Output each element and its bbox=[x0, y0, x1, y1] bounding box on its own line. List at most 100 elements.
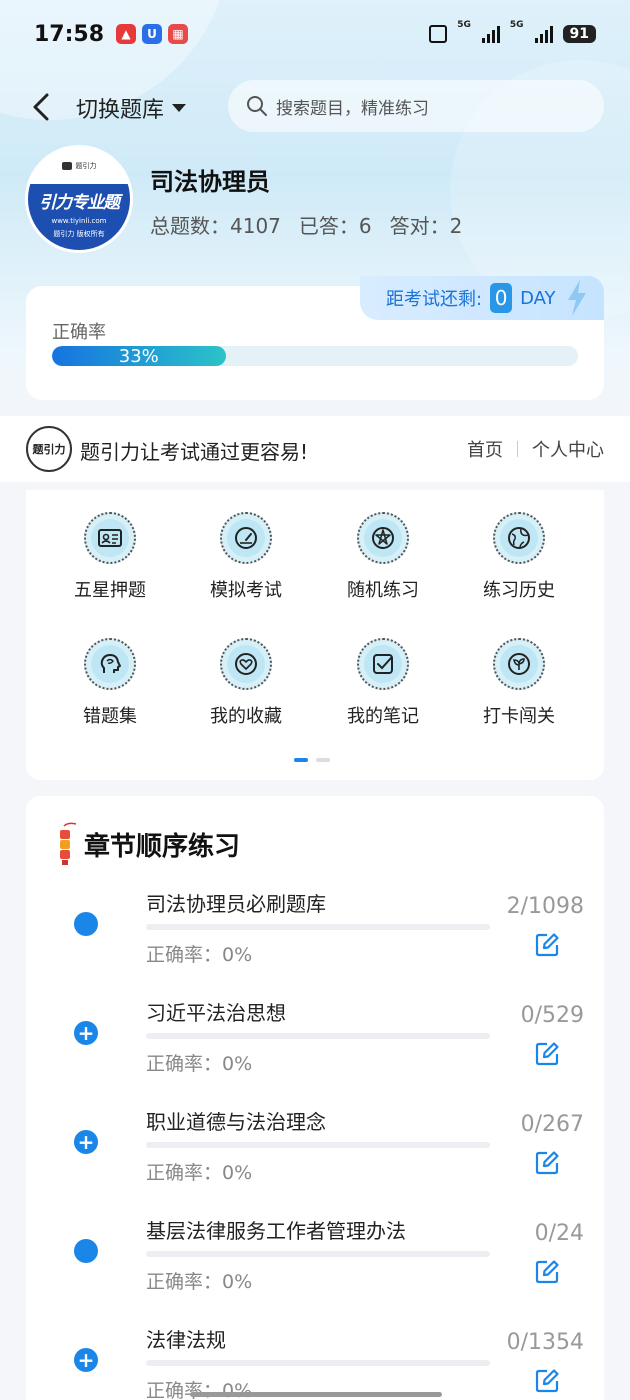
grid-label: 五星押题 bbox=[74, 580, 146, 601]
switch-bank-dropdown[interactable]: 切换题库 bbox=[76, 92, 187, 124]
app-notification-icon: ▦ bbox=[168, 24, 189, 44]
grid-label: 我的收藏 bbox=[210, 706, 282, 727]
bank-avatar: 题引力 引力专业题 www.tiyinli.com 题引力 版权所有 bbox=[28, 148, 130, 250]
chapter-dot-icon bbox=[74, 912, 98, 936]
grid-item-favorites[interactable]: 我的收藏 bbox=[186, 638, 306, 728]
note-check-icon bbox=[364, 645, 402, 683]
switch-bank-label: 切换题库 bbox=[76, 98, 165, 123]
caret-down-icon bbox=[172, 104, 187, 112]
avatar-band-text: 引力专业题 bbox=[28, 184, 130, 216]
search-icon bbox=[247, 96, 267, 116]
grid-item-notes[interactable]: 我的笔记 bbox=[323, 638, 443, 728]
top-header: 切换题库 搜索题目，精准练习 bbox=[0, 80, 630, 134]
pager-dot-active[interactable] bbox=[294, 758, 308, 762]
chapter-row[interactable]: + 职业道德与法治理念 正确率：0% 0/267 bbox=[26, 1106, 604, 1214]
stat-answered: 已答：6 bbox=[298, 214, 372, 238]
shuffle-star-icon bbox=[364, 519, 402, 557]
speedometer-icon bbox=[227, 519, 265, 557]
pager-dot[interactable] bbox=[316, 758, 330, 762]
grid-pager bbox=[294, 758, 330, 762]
chapter-dot-icon bbox=[74, 1239, 98, 1263]
chapter-accuracy: 正确率：0% bbox=[146, 1271, 253, 1293]
chapter-progress-bar bbox=[146, 1360, 490, 1366]
grid-item-wrong-set[interactable]: 错题集 bbox=[50, 638, 170, 728]
chapter-progress-bar bbox=[146, 924, 490, 930]
grid-icon-ring bbox=[84, 638, 136, 690]
site-logo: 题引力 bbox=[26, 426, 72, 472]
edit-icon[interactable] bbox=[534, 932, 560, 958]
site-slogan: 题引力让考试通过更容易! bbox=[80, 440, 309, 464]
grid-icon-ring bbox=[493, 638, 545, 690]
sprout-icon bbox=[500, 645, 538, 683]
grid-icon-ring bbox=[357, 638, 409, 690]
site-nav: 首页 个人中心 bbox=[467, 436, 604, 462]
grid-item-mock-exam[interactable]: 模拟考试 bbox=[186, 512, 306, 602]
accuracy-label: 正确率 bbox=[52, 322, 106, 343]
chapter-progress-bar bbox=[146, 1142, 490, 1148]
chapter-accuracy: 正确率：0% bbox=[146, 1162, 253, 1184]
grid-label: 错题集 bbox=[83, 706, 137, 727]
accuracy-percent: 33% bbox=[118, 346, 159, 366]
grid-label: 打卡闯关 bbox=[483, 706, 555, 727]
edit-icon[interactable] bbox=[534, 1259, 560, 1285]
network-label: 5G bbox=[509, 20, 524, 30]
edit-icon[interactable] bbox=[534, 1150, 560, 1176]
back-button[interactable] bbox=[26, 90, 56, 124]
chapter-count: 2/1098 bbox=[506, 894, 584, 919]
chapter-count: 0/24 bbox=[534, 1221, 584, 1246]
id-card-icon bbox=[91, 519, 129, 557]
signal-icon bbox=[534, 25, 553, 43]
feature-grid: 五星押题 模拟考试 随机练习 练习历史 错题集 我的收藏 我的笔记 打卡闯关 bbox=[26, 490, 604, 780]
chapter-progress-bar bbox=[146, 1251, 490, 1257]
status-bar: 17:58 ▲ U ▦ 5G 5G 91 bbox=[0, 0, 630, 68]
chapter-row[interactable]: 司法协理员必刷题库 正确率：0% 2/1098 bbox=[26, 888, 604, 996]
firecracker-icon bbox=[60, 822, 77, 865]
chapter-name: 习近平法治思想 bbox=[146, 1001, 286, 1025]
grid-icon-ring bbox=[220, 512, 272, 564]
grid-icon-ring bbox=[84, 512, 136, 564]
chapter-expand-plus-icon[interactable]: + bbox=[74, 1021, 98, 1045]
chapter-section-title: 章节顺序练习 bbox=[84, 831, 241, 862]
grid-item-checkin[interactable]: 打卡闯关 bbox=[459, 638, 579, 728]
battery-indicator: 91 bbox=[562, 25, 596, 43]
chapter-expand-plus-icon[interactable]: + bbox=[74, 1130, 98, 1154]
search-input[interactable]: 搜索题目，精准练习 bbox=[228, 80, 604, 132]
signal-icon bbox=[481, 25, 500, 43]
chapter-progress-bar bbox=[146, 1033, 490, 1039]
chapter-name: 职业道德与法治理念 bbox=[146, 1110, 326, 1134]
chapter-count: 0/267 bbox=[520, 1112, 584, 1137]
globe-icon bbox=[500, 519, 538, 557]
chapter-row[interactable]: + 习近平法治思想 正确率：0% 0/529 bbox=[26, 997, 604, 1105]
chapter-count: 0/529 bbox=[520, 1003, 584, 1028]
app-notification-icon: U bbox=[142, 24, 163, 44]
brain-head-icon bbox=[91, 645, 129, 683]
chapter-practice-card: 章节顺序练习 司法协理员必刷题库 正确率：0% 2/1098 + 习近平法治思想… bbox=[26, 796, 604, 1400]
grid-icon-ring bbox=[220, 638, 272, 690]
grid-item-five-star[interactable]: 五星押题 bbox=[50, 512, 170, 602]
grid-label: 模拟考试 bbox=[210, 580, 282, 601]
status-time: 17:58 bbox=[34, 21, 105, 47]
chapter-expand-plus-icon[interactable]: + bbox=[74, 1348, 98, 1372]
chapter-row[interactable]: 基层法律服务工作者管理办法 正确率：0% 0/24 bbox=[26, 1215, 604, 1323]
accuracy-progress-track: 33% bbox=[52, 346, 578, 366]
status-app-icons: ▲ U ▦ bbox=[116, 24, 189, 44]
avatar-url: www.tiyinli.com bbox=[28, 216, 130, 226]
grid-item-history[interactable]: 练习历史 bbox=[459, 512, 579, 602]
grid-label: 练习历史 bbox=[483, 580, 555, 601]
chapter-row[interactable]: + 法律法规 正确率：0% 0/1354 bbox=[26, 1324, 604, 1400]
edit-icon[interactable] bbox=[534, 1368, 560, 1394]
exam-countdown: 距考试还剩: 0 DAY bbox=[360, 276, 604, 320]
chapter-accuracy: 正确率：0% bbox=[146, 1053, 253, 1075]
grid-label: 我的笔记 bbox=[347, 706, 419, 727]
nav-home-link[interactable]: 首页 bbox=[467, 436, 503, 462]
edit-icon[interactable] bbox=[534, 1041, 560, 1067]
accuracy-card: 距考试还剩: 0 DAY 正确率 33% bbox=[26, 276, 604, 400]
grid-item-random-practice[interactable]: 随机练习 bbox=[323, 512, 443, 602]
chapter-name: 法律法规 bbox=[146, 1328, 226, 1352]
chapter-accuracy: 正确率：0% bbox=[146, 944, 253, 966]
grid-icon-ring bbox=[493, 512, 545, 564]
home-indicator[interactable] bbox=[190, 1392, 442, 1397]
nav-user-center-link[interactable]: 个人中心 bbox=[532, 436, 604, 462]
vibrate-icon bbox=[429, 25, 448, 43]
network-label: 5G bbox=[457, 20, 471, 30]
